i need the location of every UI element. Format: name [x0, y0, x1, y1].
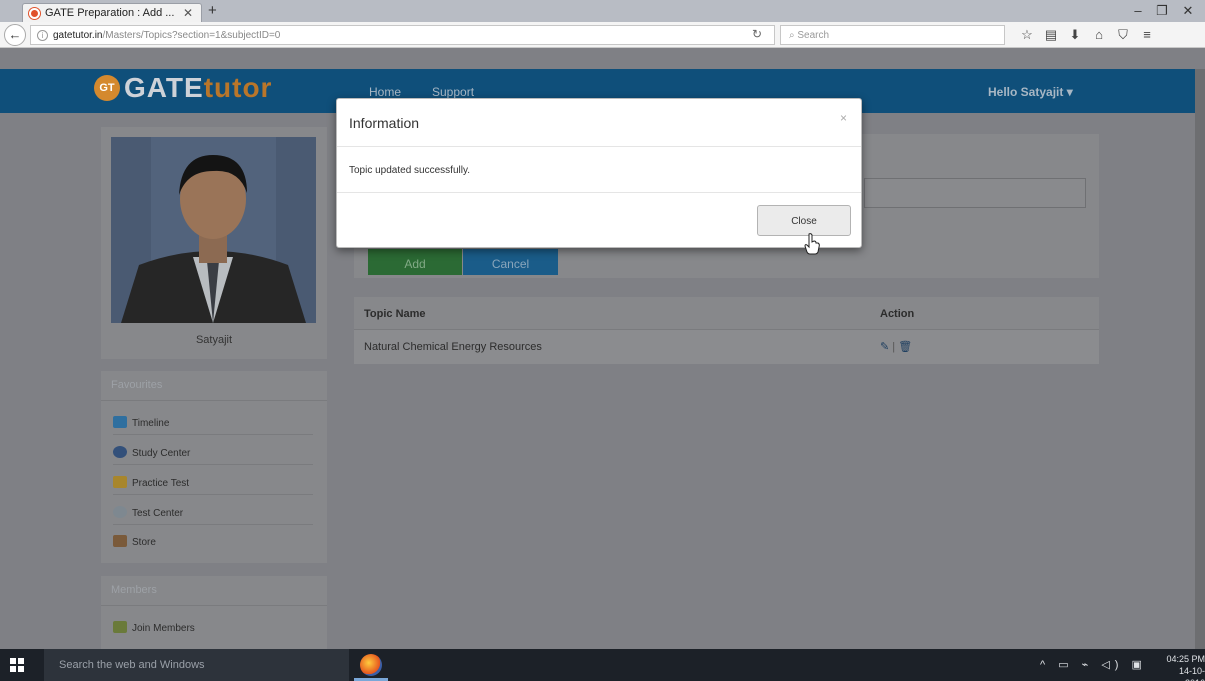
table-row: Natural Chemical Energy Resources ✎ | 🗑	[354, 330, 1099, 364]
test-paper-icon	[113, 476, 127, 488]
sidebar-item-join-members[interactable]: Join Members	[113, 621, 195, 634]
firefox-icon[interactable]	[360, 654, 382, 676]
profile-name: Satyajit	[195, 334, 233, 346]
modal-close-icon[interactable]: ×	[840, 111, 847, 125]
sidebar-item-label: Practice Test	[132, 478, 190, 489]
home-icon[interactable]: ⌂	[1090, 27, 1108, 42]
column-header-action: Action	[880, 308, 915, 320]
modal-title: Information	[349, 115, 420, 131]
members-panel: Members Join Members	[101, 576, 327, 649]
calendar-icon	[113, 416, 127, 428]
row-actions: ✎ | 🗑	[880, 340, 912, 353]
logo-main-text: GATE	[124, 72, 204, 103]
column-header-topic-name: Topic Name	[364, 308, 426, 320]
favourites-title: Favourites	[111, 379, 163, 391]
members-title: Members	[111, 584, 157, 596]
sidebar-item-label: Join Members	[132, 623, 195, 634]
nav-support-link[interactable]: Support	[432, 85, 474, 99]
browser-toolbar: ← i gatetutor.in/Masters/Topics?section=…	[0, 22, 1205, 48]
store-icon	[113, 535, 127, 547]
sidebar-item-label: Timeline	[132, 418, 170, 429]
bookmark-star-icon[interactable]: ☆	[1018, 27, 1036, 43]
sidebar-item-timeline[interactable]: Timeline	[113, 416, 313, 435]
menu-icon[interactable]: ≡	[1138, 27, 1156, 42]
information-modal: Information × Topic updated successfully…	[336, 98, 862, 248]
topic-name-cell: Natural Chemical Energy Resources	[364, 341, 542, 353]
sidebar-item-practice-test[interactable]: Practice Test	[113, 476, 313, 495]
add-button[interactable]: Add	[368, 249, 462, 275]
close-button[interactable]: Close	[757, 205, 851, 236]
close-tab-icon[interactable]: ✕	[183, 6, 193, 20]
profile-photo	[111, 137, 316, 323]
edit-pencil-icon[interactable]: ✎	[880, 341, 889, 353]
clock-icon	[113, 506, 127, 518]
table-header-row: Topic Name Action	[354, 297, 1099, 330]
address-bar[interactable]: i gatetutor.in/Masters/Topics?section=1&…	[30, 25, 775, 45]
modal-footer: Close	[337, 192, 861, 248]
database-icon	[113, 446, 127, 458]
system-tray-icons[interactable]: ^ ▭ ⌁ ◁) ▣	[1040, 658, 1147, 671]
windows-taskbar: Search the web and Windows ^ ▭ ⌁ ◁) ▣ 04…	[0, 649, 1205, 681]
browser-search-placeholder: Search	[797, 30, 830, 41]
restore-window-button[interactable]: ❐	[1152, 3, 1172, 19]
url-host: gatetutor.in	[53, 30, 103, 41]
sidebar-item-label: Study Center	[132, 448, 191, 459]
profile-photo-image	[111, 137, 316, 323]
sidebar-item-label: Test Center	[132, 508, 184, 519]
logo-badge[interactable]: GT	[94, 75, 120, 101]
topic-name-input[interactable]	[864, 178, 1086, 208]
site-logo[interactable]: GATEtutor	[124, 72, 272, 104]
site-favicon-icon	[29, 8, 40, 19]
modal-header: Information ×	[337, 99, 861, 147]
taskbar-search-input[interactable]: Search the web and Windows	[44, 649, 349, 681]
panel-divider	[101, 400, 327, 401]
clock-time: 04:25 PM	[1166, 654, 1205, 664]
sidebar-item-label: Store	[132, 537, 156, 548]
profile-card: Satyajit	[101, 127, 327, 359]
reading-list-icon[interactable]: ▤	[1042, 27, 1060, 43]
user-menu-dropdown[interactable]: Hello Satyajit ▾	[988, 85, 1073, 99]
clock-date: 14-10-2016	[1178, 666, 1205, 681]
windows-start-icon[interactable]	[10, 658, 24, 672]
taskbar-clock[interactable]: 04:25 PM 14-10-2016	[1163, 653, 1205, 681]
info-icon[interactable]: i	[37, 30, 48, 41]
browser-tab[interactable]: GATE Preparation : Add ... ✕	[22, 3, 202, 22]
sidebar-item-test-center[interactable]: Test Center	[113, 506, 313, 525]
favourites-panel: Favourites Timeline Study Center Practic…	[101, 371, 327, 563]
sidebar-item-store[interactable]: Store	[113, 535, 156, 548]
download-icon[interactable]: ⬇	[1066, 27, 1084, 43]
hand-pointer-icon	[804, 233, 820, 255]
logo-accent-text: tutor	[203, 72, 273, 103]
close-window-button[interactable]: ✕	[1178, 3, 1198, 19]
new-tab-button[interactable]: +	[208, 2, 217, 19]
browser-tab-title: GATE Preparation : Add ...	[45, 7, 175, 19]
nav-home-link[interactable]: Home	[369, 85, 401, 99]
cancel-button[interactable]: Cancel	[463, 249, 558, 275]
reload-icon[interactable]: ↻	[752, 27, 762, 41]
sidebar-item-study-center[interactable]: Study Center	[113, 446, 313, 465]
page-scrollbar[interactable]	[1195, 69, 1205, 649]
members-icon	[113, 621, 127, 633]
minimize-window-button[interactable]: –	[1128, 3, 1148, 18]
url-path: /Masters/Topics?section=1&subjectID=0	[102, 30, 281, 41]
delete-trash-icon[interactable]: 🗑	[898, 341, 912, 353]
panel-divider	[101, 605, 327, 606]
browser-tab-bar: GATE Preparation : Add ... ✕ + – ❐ ✕	[0, 0, 1205, 22]
pocket-icon[interactable]: ⛉	[1114, 27, 1132, 43]
browser-search-input[interactable]: ⌕ Search	[780, 25, 1005, 45]
back-button[interactable]: ←	[4, 24, 26, 46]
modal-message: Topic updated successfully.	[349, 165, 470, 176]
topics-table: Topic Name Action Natural Chemical Energ…	[354, 297, 1099, 364]
